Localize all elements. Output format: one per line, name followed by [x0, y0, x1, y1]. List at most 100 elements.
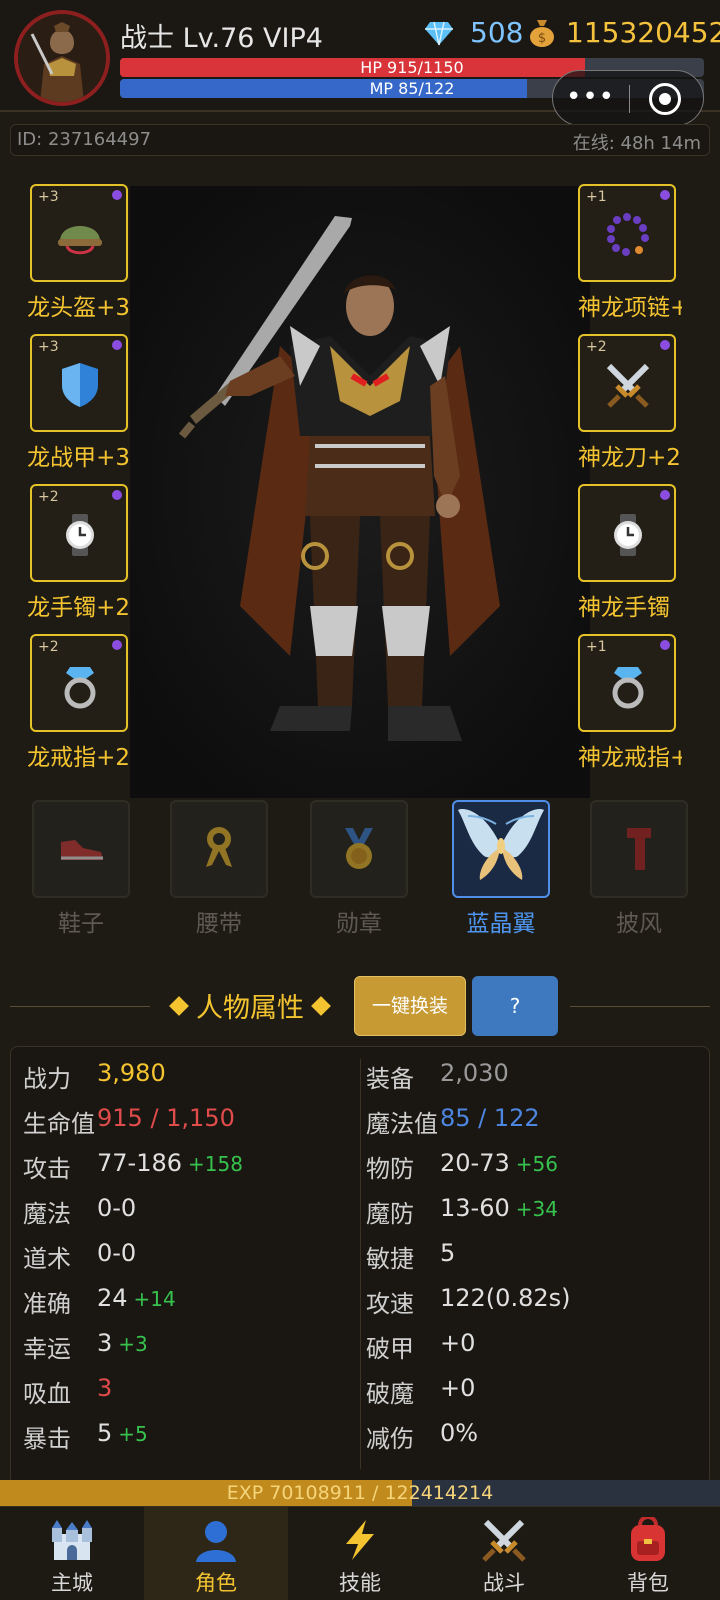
- character-portrait: [130, 186, 590, 798]
- stat-row: 物防 20-73 +56: [366, 1149, 686, 1189]
- stat-row: 暴击 5 +5: [23, 1419, 343, 1459]
- watch-icon: [32, 502, 128, 568]
- nav-item-battle[interactable]: 战斗: [432, 1507, 576, 1600]
- medal-icon: [312, 816, 406, 882]
- stat-bonus: +56: [515, 1152, 558, 1176]
- gear-slot-cape[interactable]: [590, 800, 688, 898]
- stat-bonus: +158: [188, 1152, 243, 1176]
- stat-value-text: +0: [440, 1374, 476, 1402]
- exp-bar: EXP 70108911 / 122414214: [0, 1480, 720, 1506]
- stat-label: 准确: [23, 1290, 71, 1318]
- shield-icon: [32, 352, 128, 418]
- stat-row: 准确 24 +14: [23, 1284, 343, 1324]
- nav-item-character[interactable]: 角色: [144, 1507, 288, 1600]
- stat-value: 13-60 +34: [440, 1194, 558, 1222]
- equip-name-necklace: 神龙项链+1: [578, 295, 682, 321]
- more-options-button[interactable]: •••: [553, 71, 628, 127]
- stat-label: 减伤: [366, 1425, 414, 1453]
- stat-label: 破魔: [366, 1380, 414, 1408]
- avatar[interactable]: [14, 10, 110, 106]
- stat-value-text: 3: [97, 1329, 113, 1357]
- stat-row: 生命值 915 / 1,150: [23, 1104, 343, 1144]
- player-id: ID: 237164497: [17, 129, 152, 150]
- nav-label: 战斗: [483, 1571, 525, 1595]
- stat-value: 5 +5: [97, 1419, 148, 1447]
- stat-value: 0%: [440, 1419, 478, 1447]
- nav-label: 背包: [627, 1571, 669, 1595]
- quality-dot: [660, 340, 670, 350]
- bottom-nav: 主城 角色 技能 战斗 背包: [0, 1506, 720, 1600]
- help-button[interactable]: ?: [472, 976, 558, 1036]
- stat-value: 77-186 +158: [97, 1149, 243, 1177]
- beads-icon: [580, 202, 676, 268]
- stat-value-text: 24: [97, 1284, 128, 1312]
- watch-icon: [580, 502, 676, 568]
- nav-label: 角色: [195, 1571, 237, 1595]
- stat-value: 0-0: [97, 1239, 136, 1267]
- equip-slot-armor[interactable]: +3: [30, 334, 128, 432]
- stat-label: 道术: [23, 1245, 71, 1273]
- id-bar: ID: 237164497 在线: 48h 14m: [10, 124, 710, 156]
- stat-value-text: 13-60: [440, 1194, 510, 1222]
- user-icon: [144, 1515, 288, 1565]
- stat-label: 装备: [366, 1065, 414, 1093]
- close-target-button[interactable]: [649, 83, 681, 115]
- shoe-icon: [34, 816, 128, 882]
- stat-label: 魔法值: [366, 1110, 438, 1138]
- stat-value: +0: [440, 1329, 475, 1357]
- gear-label-belt: 腰带: [196, 911, 242, 937]
- stat-value: 3: [97, 1374, 112, 1402]
- stat-value-text: 3: [97, 1374, 113, 1402]
- nav-item-skills[interactable]: 技能: [288, 1507, 432, 1600]
- equip-all-button[interactable]: 一键换装: [354, 976, 466, 1036]
- gear-label-wings: 蓝晶翼: [466, 911, 536, 937]
- scarf-icon: [592, 816, 686, 882]
- stat-value: 3 +3: [97, 1329, 148, 1357]
- quality-dot: [112, 190, 122, 200]
- stat-value-text: 77-186: [97, 1149, 183, 1177]
- stats-divider: [360, 1059, 361, 1469]
- stats-panel: 战力 3,980 生命值 915 / 1,150 攻击 77-186 +158 魔法 0-0 道术…: [10, 1046, 710, 1486]
- stat-row: 敏捷 5: [366, 1239, 686, 1279]
- equip-name-ring-right: 神龙戒指+1: [578, 745, 682, 771]
- equip-slot-bracelet-left[interactable]: +2: [30, 484, 128, 582]
- ribbon-icon: [172, 816, 266, 882]
- equip-name-weapon: 神龙刀+2: [578, 445, 681, 471]
- stat-label: 魔法: [23, 1200, 71, 1228]
- gear-slot-wings[interactable]: [452, 800, 550, 898]
- equip-slot-ring-left[interactable]: +2: [30, 634, 128, 732]
- wings-icon: [456, 804, 546, 888]
- quality-dot: [660, 190, 670, 200]
- equip-slot-ring-right[interactable]: +1: [578, 634, 676, 732]
- gear-label-medal: 勋章: [336, 911, 382, 937]
- gear-slot-medal[interactable]: [310, 800, 408, 898]
- helmet-icon: [32, 202, 128, 268]
- stat-row: 魔防 13-60 +34: [366, 1194, 686, 1234]
- miniprogram-capsule: •••: [552, 70, 704, 126]
- stat-value-text: 5: [97, 1419, 113, 1447]
- nav-item-main-city[interactable]: 主城: [0, 1507, 144, 1600]
- equip-slot-helmet[interactable]: +3: [30, 184, 128, 282]
- stat-value-text: 2,030: [440, 1059, 509, 1087]
- stat-value: 20-73 +56: [440, 1149, 558, 1177]
- equip-name-bracelet-left: 神龙手镯+2: [26, 595, 130, 621]
- nav-item-backpack[interactable]: 背包: [576, 1507, 720, 1600]
- stat-value-text: 915 / 1,150: [97, 1104, 235, 1132]
- player-name: 战士 Lv.76 VIP4: [120, 23, 323, 54]
- gear-slot-belt[interactable]: [170, 800, 268, 898]
- ring-icon: [580, 652, 676, 718]
- attributes-title-text: 人物属性: [196, 993, 304, 1024]
- diamond-bullet-icon: [311, 996, 331, 1016]
- ring-icon: [32, 652, 128, 718]
- equip-slot-weapon[interactable]: +2: [578, 334, 676, 432]
- equip-slot-necklace[interactable]: +1: [578, 184, 676, 282]
- gold-count: 115320452: [566, 16, 720, 49]
- stat-value-text: 122(0.82s): [440, 1284, 571, 1312]
- stat-label: 生命值: [23, 1110, 95, 1138]
- equip-slot-bracelet-right[interactable]: [578, 484, 676, 582]
- stat-row: 破甲 +0: [366, 1329, 686, 1369]
- gear-slot-shoes[interactable]: [32, 800, 130, 898]
- lightning-icon: [288, 1515, 432, 1565]
- stat-label: 暴击: [23, 1425, 71, 1453]
- stat-bonus: +14: [133, 1287, 176, 1311]
